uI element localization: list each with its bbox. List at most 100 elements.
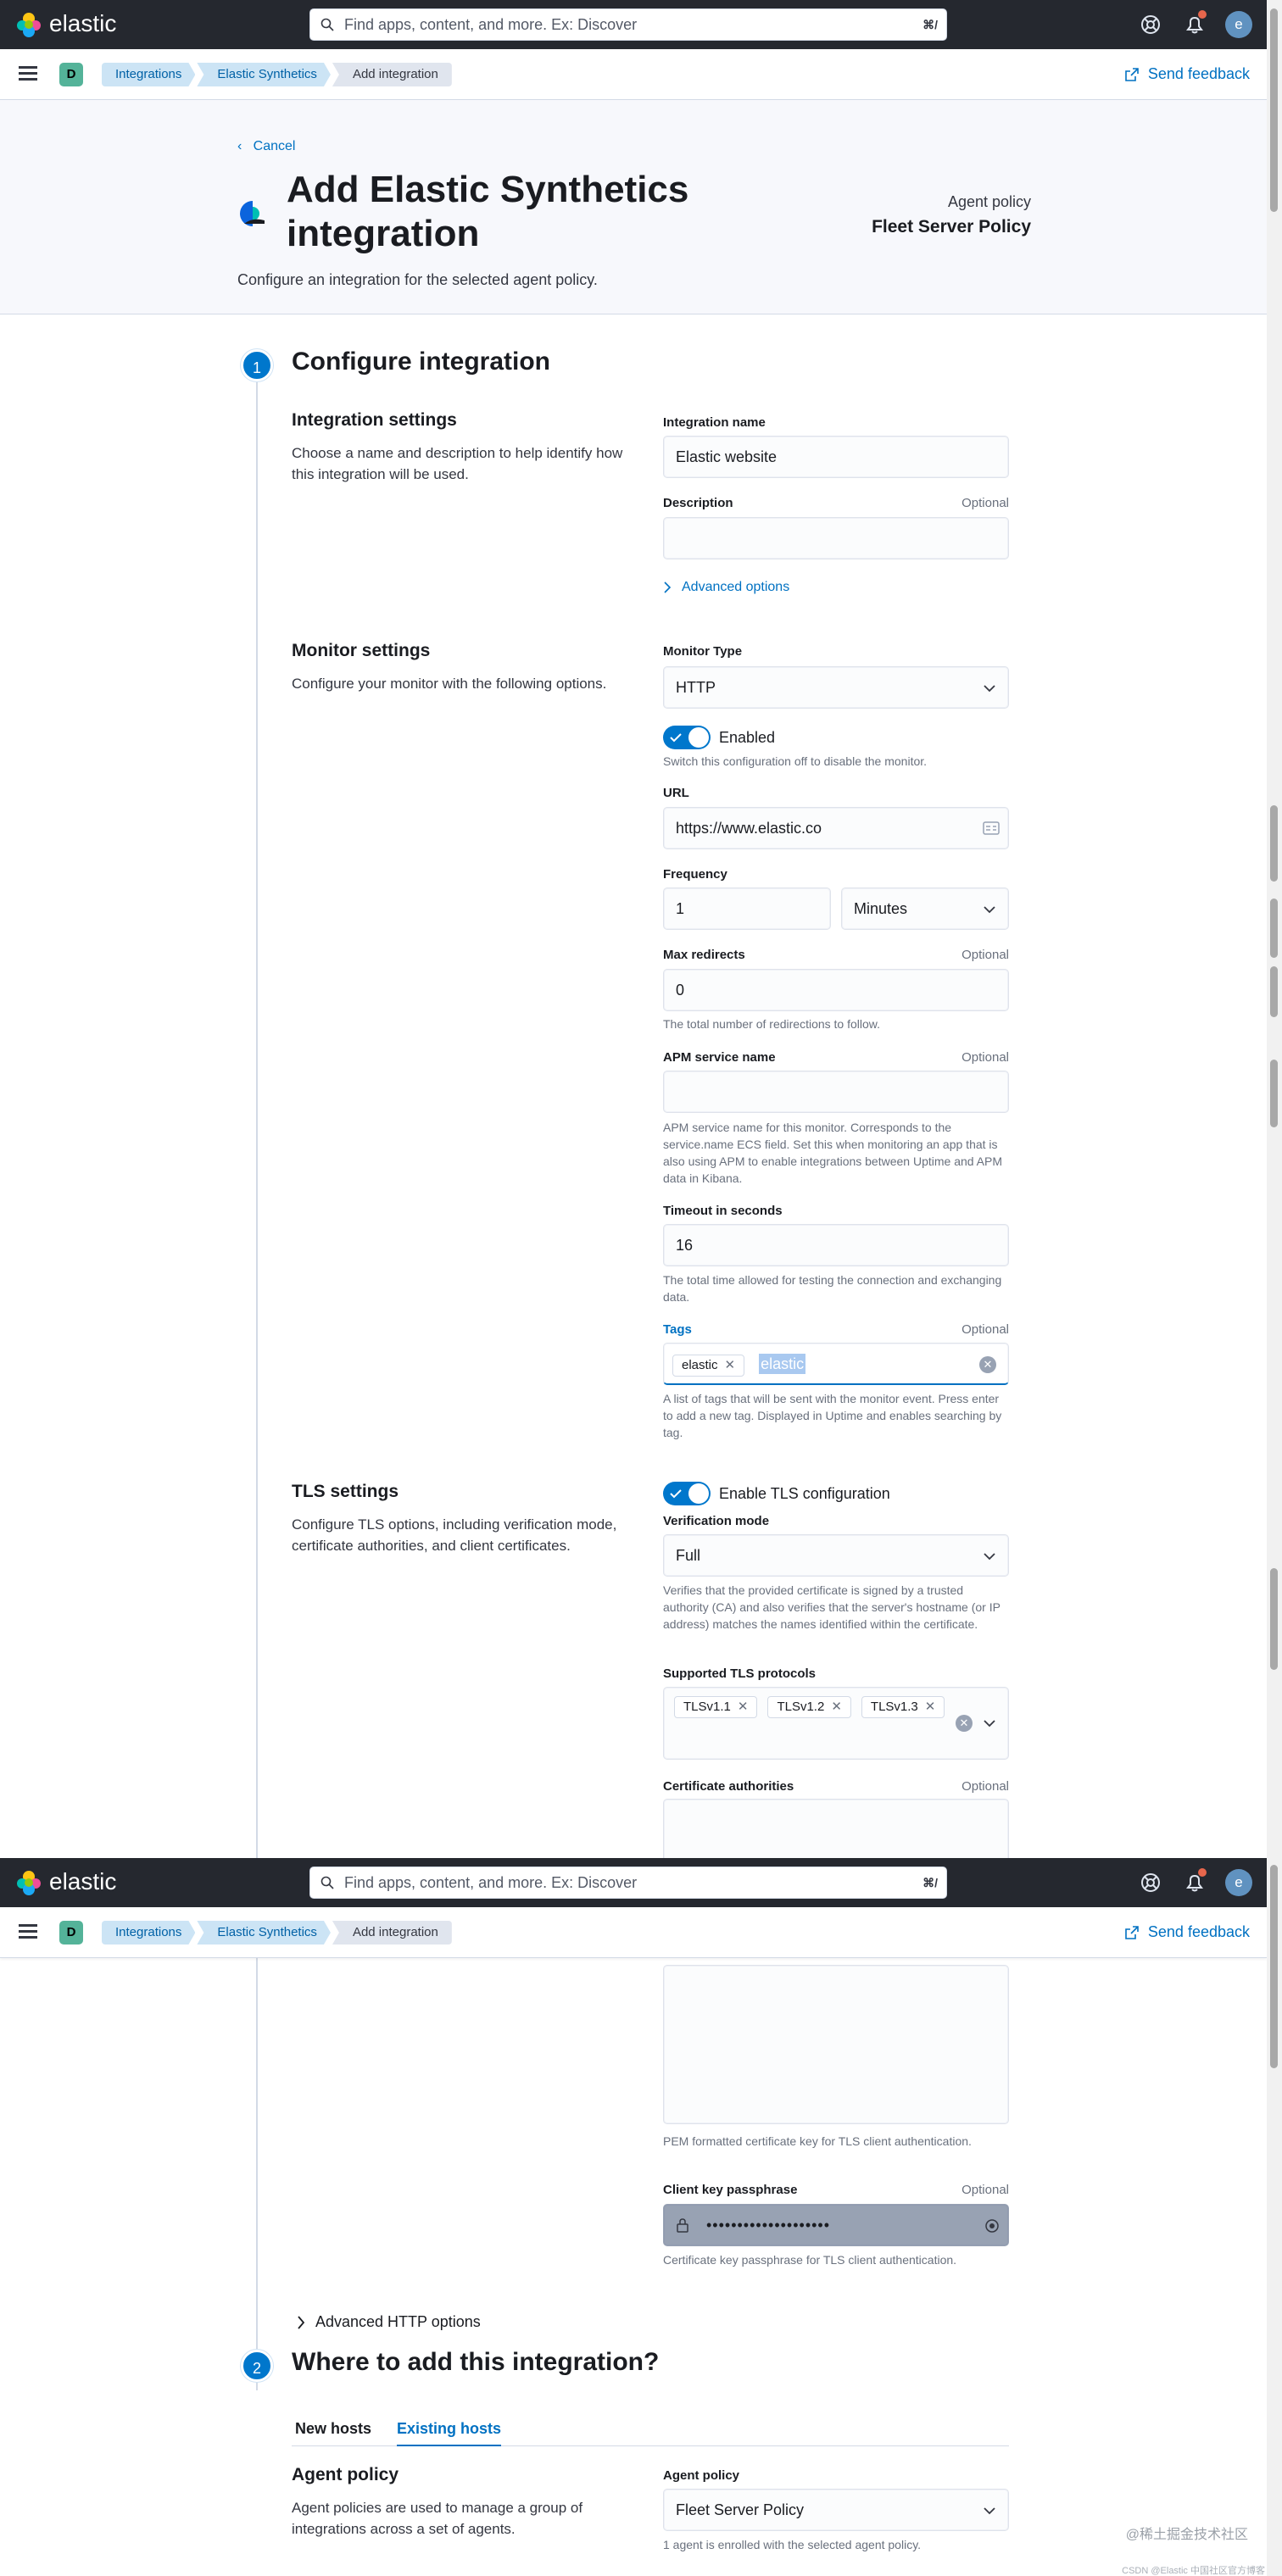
url-input[interactable]	[676, 809, 964, 848]
menu-hamburger-icon[interactable]	[19, 66, 37, 81]
breadcrumb-bar: D Integrations Elastic Synthetics Add in…	[0, 1907, 1267, 1958]
logo-text[interactable]: elastic	[49, 10, 116, 37]
page-header: ‹ Cancel Add Elastic Synthetics integrat…	[0, 100, 1267, 314]
step-1-title: Configure integration	[292, 348, 550, 376]
breadcrumb-integrations[interactable]: Integrations	[102, 63, 195, 86]
agent-policy-help: 1 agent is enrolled with the selected ag…	[663, 2538, 922, 2551]
tag-pill: elastic ✕	[672, 1355, 745, 1377]
global-search[interactable]: ⌘/	[309, 1867, 947, 1899]
step-1-number: 1	[241, 349, 273, 381]
integration-name-label-text: Integration name	[663, 415, 766, 430]
passphrase-help: Certificate key passphrase for TLS clien…	[663, 2253, 957, 2267]
search-input[interactable]	[344, 1867, 887, 1898]
breadcrumb-integrations[interactable]: Integrations	[102, 1921, 195, 1945]
frequency-input[interactable]	[676, 889, 818, 929]
apm-input[interactable]	[676, 1072, 996, 1112]
tab-new-hosts[interactable]: New hosts	[295, 2412, 371, 2446]
protocol-pill: TLSv1.1 ✕	[674, 1696, 758, 1718]
frequency-unit-select[interactable]: Minutes	[841, 887, 1009, 930]
verification-value: Full	[676, 1547, 701, 1564]
url-label: URL	[663, 786, 1009, 800]
page-scrollbar[interactable]	[1267, 0, 1282, 2576]
integration-name-input[interactable]	[676, 437, 996, 477]
send-feedback-link[interactable]: Send feedback	[1124, 1923, 1250, 1941]
agent-policy-select[interactable]: Fleet Server Policy	[663, 2489, 1009, 2531]
enabled-toggle[interactable]	[663, 726, 711, 749]
search-input[interactable]	[344, 9, 887, 40]
menu-hamburger-icon[interactable]	[19, 1924, 37, 1939]
monitor-type-select[interactable]: HTTP	[663, 666, 1009, 709]
tab-existing-hosts[interactable]: Existing hosts	[397, 2412, 502, 2446]
apm-field[interactable]	[663, 1071, 1009, 1113]
help-icon[interactable]	[1140, 1872, 1162, 1894]
client-key-help: PEM formatted certificate key for TLS cl…	[663, 2134, 972, 2148]
scrollbar-thumb[interactable]	[1270, 966, 1278, 1017]
remove-protocol-icon[interactable]: ✕	[738, 1700, 749, 1714]
ca-textarea[interactable]	[663, 1799, 1009, 1867]
user-avatar[interactable]: e	[1225, 1869, 1252, 1896]
send-feedback-link[interactable]: Send feedback	[1124, 65, 1250, 83]
verification-select[interactable]: Full	[663, 1534, 1009, 1577]
clear-icon[interactable]: ✕	[979, 1356, 996, 1373]
chevron-down-icon[interactable]	[983, 1716, 996, 1730]
agent-policy-section-title: Agent policy	[292, 2465, 399, 2484]
advanced-http-label: Advanced HTTP options	[315, 2313, 481, 2330]
elastic-logo-icon[interactable]	[15, 1869, 42, 1896]
description-input[interactable]	[676, 519, 996, 559]
url-field[interactable]	[663, 807, 1009, 849]
check-icon	[670, 733, 682, 743]
eye-icon[interactable]	[984, 2218, 1000, 2234]
tls-toggle[interactable]	[663, 1482, 711, 1505]
help-icon[interactable]	[1140, 14, 1162, 36]
max-redirects-field[interactable]	[663, 969, 1009, 1011]
timeout-input[interactable]	[676, 1226, 996, 1266]
advanced-options-toggle[interactable]: Advanced options	[663, 580, 789, 595]
verification-label-text: Verification mode	[663, 1514, 770, 1528]
host-tabs: New hosts Existing hosts	[292, 2412, 1009, 2446]
frequency-field[interactable]	[663, 887, 831, 930]
remove-protocol-icon[interactable]: ✕	[831, 1700, 842, 1714]
step-connector-line	[256, 373, 258, 2390]
tags-input-text[interactable]: elastic	[759, 1354, 806, 1374]
monitor-type-label-text: Monitor Type	[663, 644, 743, 659]
user-avatar[interactable]: e	[1225, 11, 1252, 38]
breadcrumb-elastic-synthetics[interactable]: Elastic Synthetics	[197, 63, 331, 86]
verification-label: Verification mode	[663, 1514, 1009, 1528]
optional-text: Optional	[962, 1322, 1009, 1337]
space-avatar[interactable]: D	[59, 1921, 83, 1945]
breadcrumb-elastic-synthetics[interactable]: Elastic Synthetics	[197, 1921, 331, 1945]
protocols-label: Supported TLS protocols	[663, 1666, 1009, 1681]
description-field[interactable]	[663, 517, 1009, 559]
passphrase-field[interactable]: ••••••••••••••••••••	[663, 2204, 1009, 2246]
timeout-help: The total time allowed for testing the c…	[663, 1273, 1002, 1304]
space-avatar[interactable]: D	[59, 63, 83, 86]
scrollbar-thumb[interactable]	[1270, 805, 1278, 882]
protocol-pill: TLSv1.2 ✕	[767, 1696, 851, 1718]
logo-text[interactable]: elastic	[49, 1868, 116, 1895]
notification-dot	[1198, 1868, 1207, 1877]
verification-help: Verifies that the provided certificate i…	[663, 1583, 1001, 1631]
integration-name-field[interactable]	[663, 436, 1009, 478]
timeout-field[interactable]	[663, 1224, 1009, 1266]
page-subtitle: Configure an integration for the selecte…	[237, 271, 598, 288]
remove-tag-icon[interactable]: ✕	[725, 1358, 736, 1372]
protocol-pill: TLSv1.3 ✕	[861, 1696, 945, 1718]
breadcrumb-add-integration: Add integration	[332, 1921, 452, 1945]
scrollbar-thumb[interactable]	[1270, 8, 1278, 212]
client-key-textarea[interactable]	[663, 1965, 1009, 2124]
clear-icon[interactable]: ✕	[956, 1715, 973, 1732]
elastic-logo-icon[interactable]	[15, 11, 42, 38]
scrollbar-thumb[interactable]	[1270, 899, 1278, 958]
tags-label: Tags Optional	[663, 1322, 1009, 1337]
protocols-combobox[interactable]: TLSv1.1 ✕ TLSv1.2 ✕ TLSv1.3 ✕ ✕	[663, 1687, 1009, 1760]
max-redirects-label: Max redirects Optional	[663, 948, 1009, 962]
scrollbar-thumb[interactable]	[1270, 1568, 1278, 1670]
scrollbar-thumb[interactable]	[1270, 1865, 1278, 2068]
advanced-http-toggle[interactable]: Advanced HTTP options	[297, 2313, 481, 2331]
cancel-link[interactable]: ‹ Cancel	[237, 139, 295, 154]
tags-combobox[interactable]: elastic ✕ elastic ✕	[663, 1343, 1009, 1385]
scrollbar-thumb[interactable]	[1270, 1060, 1278, 1127]
remove-protocol-icon[interactable]: ✕	[925, 1700, 936, 1714]
max-redirects-input[interactable]	[676, 971, 996, 1010]
global-search[interactable]: ⌘/	[309, 8, 947, 41]
